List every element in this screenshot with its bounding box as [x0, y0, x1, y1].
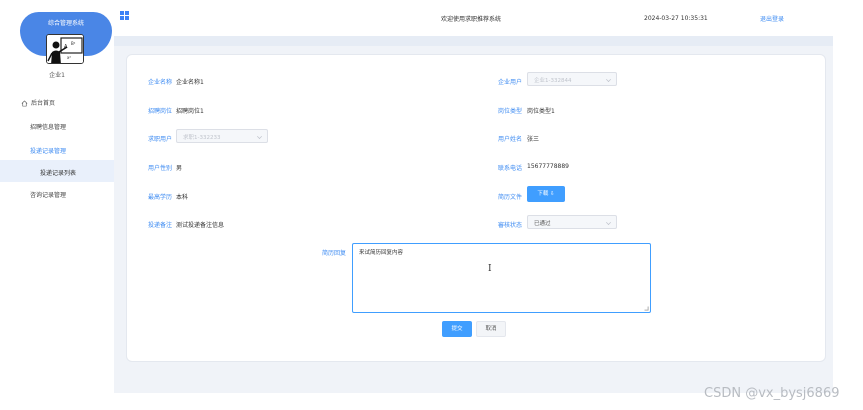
svg-text:B²: B²	[71, 41, 76, 46]
applicant-select-value: 求职1-332233	[183, 135, 221, 141]
watermark: CSDN @vx_bysj6869	[704, 386, 840, 401]
reply-textarea[interactable]: 来试简历回复内容 I	[352, 243, 651, 313]
user-name-value: 张三	[527, 136, 540, 143]
job-type-value: 岗位类型1	[527, 108, 555, 115]
resume-label: 简历文件	[498, 194, 523, 201]
company-name-label: 企业名称	[148, 79, 173, 86]
avatar[interactable]: A B² x²	[46, 34, 84, 64]
company-user-select[interactable]: 企业1-332844	[527, 72, 617, 86]
submit-button[interactable]: 提交	[442, 321, 472, 337]
phone-label: 联系电话	[498, 165, 523, 172]
main-top-strip	[114, 36, 833, 46]
education-value: 本科	[176, 194, 189, 201]
sidebar-item-delivery-list[interactable]: 投递记录列表	[0, 160, 114, 182]
sidebar-item-delivery-list-label: 投递记录列表	[40, 170, 77, 177]
company-user-label: 企业用户	[498, 79, 523, 86]
welcome-title: 欢迎使用求职推荐系统	[441, 16, 502, 23]
reply-label: 简历回复	[322, 250, 347, 257]
job-type-label: 岗位类型	[498, 108, 523, 115]
phone-value: 15677778889	[527, 163, 569, 170]
review-status-label: 審核状态	[498, 222, 523, 229]
username: 企业1	[49, 72, 65, 79]
cancel-button[interactable]: 取消	[476, 321, 506, 337]
form-card	[126, 54, 826, 362]
job-title-label: 招聘岗位	[148, 108, 173, 115]
teacher-illustration-icon: A B² x²	[47, 35, 83, 63]
chevron-down-icon	[257, 134, 262, 139]
app-root: 综合管理系统 A B² x² 企业1 后台首页 招聘信息管理 投递记录管理	[0, 0, 863, 410]
sidebar-item-home-label: 后台首页	[31, 100, 56, 107]
review-status-select[interactable]: 已通过	[527, 215, 617, 229]
review-status-select-value: 已通过	[534, 221, 551, 227]
menu-grid-icon[interactable]	[120, 11, 129, 20]
gender-label: 用户性别	[148, 165, 173, 172]
system-title: 综合管理系统	[47, 20, 84, 27]
sidebar: 综合管理系统 A B² x² 企业1 后台首页 招聘信息管理 投递记录管理	[0, 0, 114, 393]
logout-link[interactable]: 退出登录	[760, 14, 784, 23]
gender-value: 男	[176, 165, 183, 172]
chevron-down-icon	[606, 220, 611, 225]
applicant-label: 求职用户	[148, 136, 173, 143]
svg-text:x²: x²	[67, 55, 71, 60]
remark-label: 投递备注	[148, 222, 173, 229]
current-datetime: 2024-03-27 10:35:31	[644, 15, 708, 22]
chevron-down-icon	[606, 77, 611, 82]
company-name-value: 企业名称1	[176, 79, 204, 86]
download-resume-button[interactable]: 下载 ⇩	[527, 186, 565, 202]
education-label: 最高学历	[148, 194, 173, 201]
job-title-value: 招聘岗位1	[176, 108, 204, 115]
company-user-select-value: 企业1-332844	[534, 78, 572, 84]
remark-value: 测试投递备注信息	[176, 222, 225, 229]
text-cursor-icon: I	[488, 264, 492, 274]
applicant-select[interactable]: 求职1-332233	[176, 129, 268, 143]
user-name-label: 用户姓名	[498, 136, 523, 143]
reply-textarea-value: 来试简历回复内容	[359, 250, 404, 256]
home-icon	[21, 100, 28, 107]
resize-handle-icon[interactable]	[644, 306, 649, 311]
